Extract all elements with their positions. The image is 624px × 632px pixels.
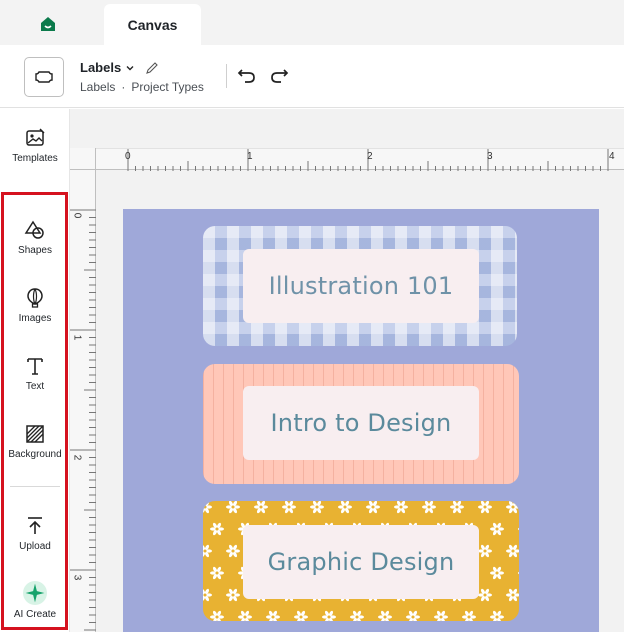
project-type-button[interactable] <box>24 57 64 97</box>
tab-canvas[interactable]: Canvas <box>104 4 201 45</box>
sidebar-item-background[interactable]: Background <box>0 423 70 481</box>
sidebar-item-label: Templates <box>12 153 58 164</box>
sidebar-item-upload[interactable]: Upload <box>0 515 70 573</box>
chevron-down-icon[interactable] <box>125 63 135 73</box>
sparkle-icon <box>25 583 45 603</box>
ruler-top-label: 0 <box>125 151 131 162</box>
shapes-icon <box>24 220 44 239</box>
sidebar-item-images[interactable]: Images <box>0 287 70 345</box>
header-divider <box>226 64 227 88</box>
breadcrumb: Labels · Project Types <box>80 80 204 94</box>
pencil-icon[interactable] <box>145 61 159 75</box>
label-text[interactable]: Graphic Design <box>243 525 479 599</box>
left-sidebar: Templates Shapes Images Text Background <box>0 109 70 632</box>
ruler-left-label: 3 <box>71 574 83 581</box>
project-title-text: Labels <box>80 60 122 75</box>
label-text[interactable]: Illustration 101 <box>243 249 479 323</box>
ai-create-badge <box>23 581 47 605</box>
home-button[interactable] <box>36 13 60 35</box>
label-card-peach-stripes[interactable]: Intro to Design <box>203 364 519 484</box>
ruler-corner <box>70 148 96 170</box>
sidebar-divider <box>10 486 60 487</box>
label-text[interactable]: Intro to Design <box>243 386 479 460</box>
upload-icon <box>28 517 42 534</box>
home-icon <box>41 17 55 31</box>
label-card-daisy[interactable]: Graphic Design <box>203 501 519 621</box>
images-icon <box>27 288 43 308</box>
sidebar-item-shapes[interactable]: Shapes <box>0 219 70 277</box>
ruler-left-label: 1 <box>71 334 83 341</box>
sidebar-item-label: Upload <box>19 541 51 552</box>
tab-bar: Canvas <box>0 0 624 45</box>
sidebar-item-ai-create[interactable]: AI Create <box>0 581 70 632</box>
ruler-top-label: 1 <box>247 151 253 162</box>
templates-icon <box>26 128 45 146</box>
ruler-left-label: 0 <box>71 212 83 219</box>
sidebar-item-label: Shapes <box>18 245 52 256</box>
sidebar-item-label: Images <box>18 313 52 324</box>
sidebar-item-label: AI Create <box>13 609 57 620</box>
project-title[interactable]: Labels <box>80 60 159 75</box>
label-shape-icon <box>35 71 53 83</box>
label-card-gingham[interactable]: Illustration 101 <box>203 226 517 346</box>
ruler-left-label: 2 <box>71 454 83 461</box>
ruler-top-ticks <box>127 149 609 171</box>
ruler-top-label: 4 <box>609 151 615 162</box>
sidebar-item-label: Text <box>25 381 45 392</box>
text-icon <box>27 358 43 375</box>
ruler-left-ticks <box>70 209 96 631</box>
ruler-top-label: 3 <box>487 151 493 162</box>
undo-icon[interactable] <box>236 64 258 86</box>
redo-icon[interactable] <box>268 64 290 86</box>
background-icon <box>26 425 44 443</box>
ruler-left[interactable]: 0 1 2 3 <box>70 170 96 632</box>
sidebar-item-label: Background <box>8 449 62 460</box>
project-header: Labels Labels · Project Types <box>0 45 624 108</box>
breadcrumb-separator: · <box>121 80 126 94</box>
breadcrumb-item[interactable]: Labels <box>80 80 115 94</box>
sidebar-item-text[interactable]: Text <box>0 355 70 413</box>
sidebar-item-templates[interactable]: Templates <box>0 127 70 185</box>
breadcrumb-item[interactable]: Project Types <box>131 80 203 94</box>
ruler-top-label: 2 <box>367 151 373 162</box>
ruler-top[interactable]: 0 1 2 3 4 <box>96 148 624 171</box>
